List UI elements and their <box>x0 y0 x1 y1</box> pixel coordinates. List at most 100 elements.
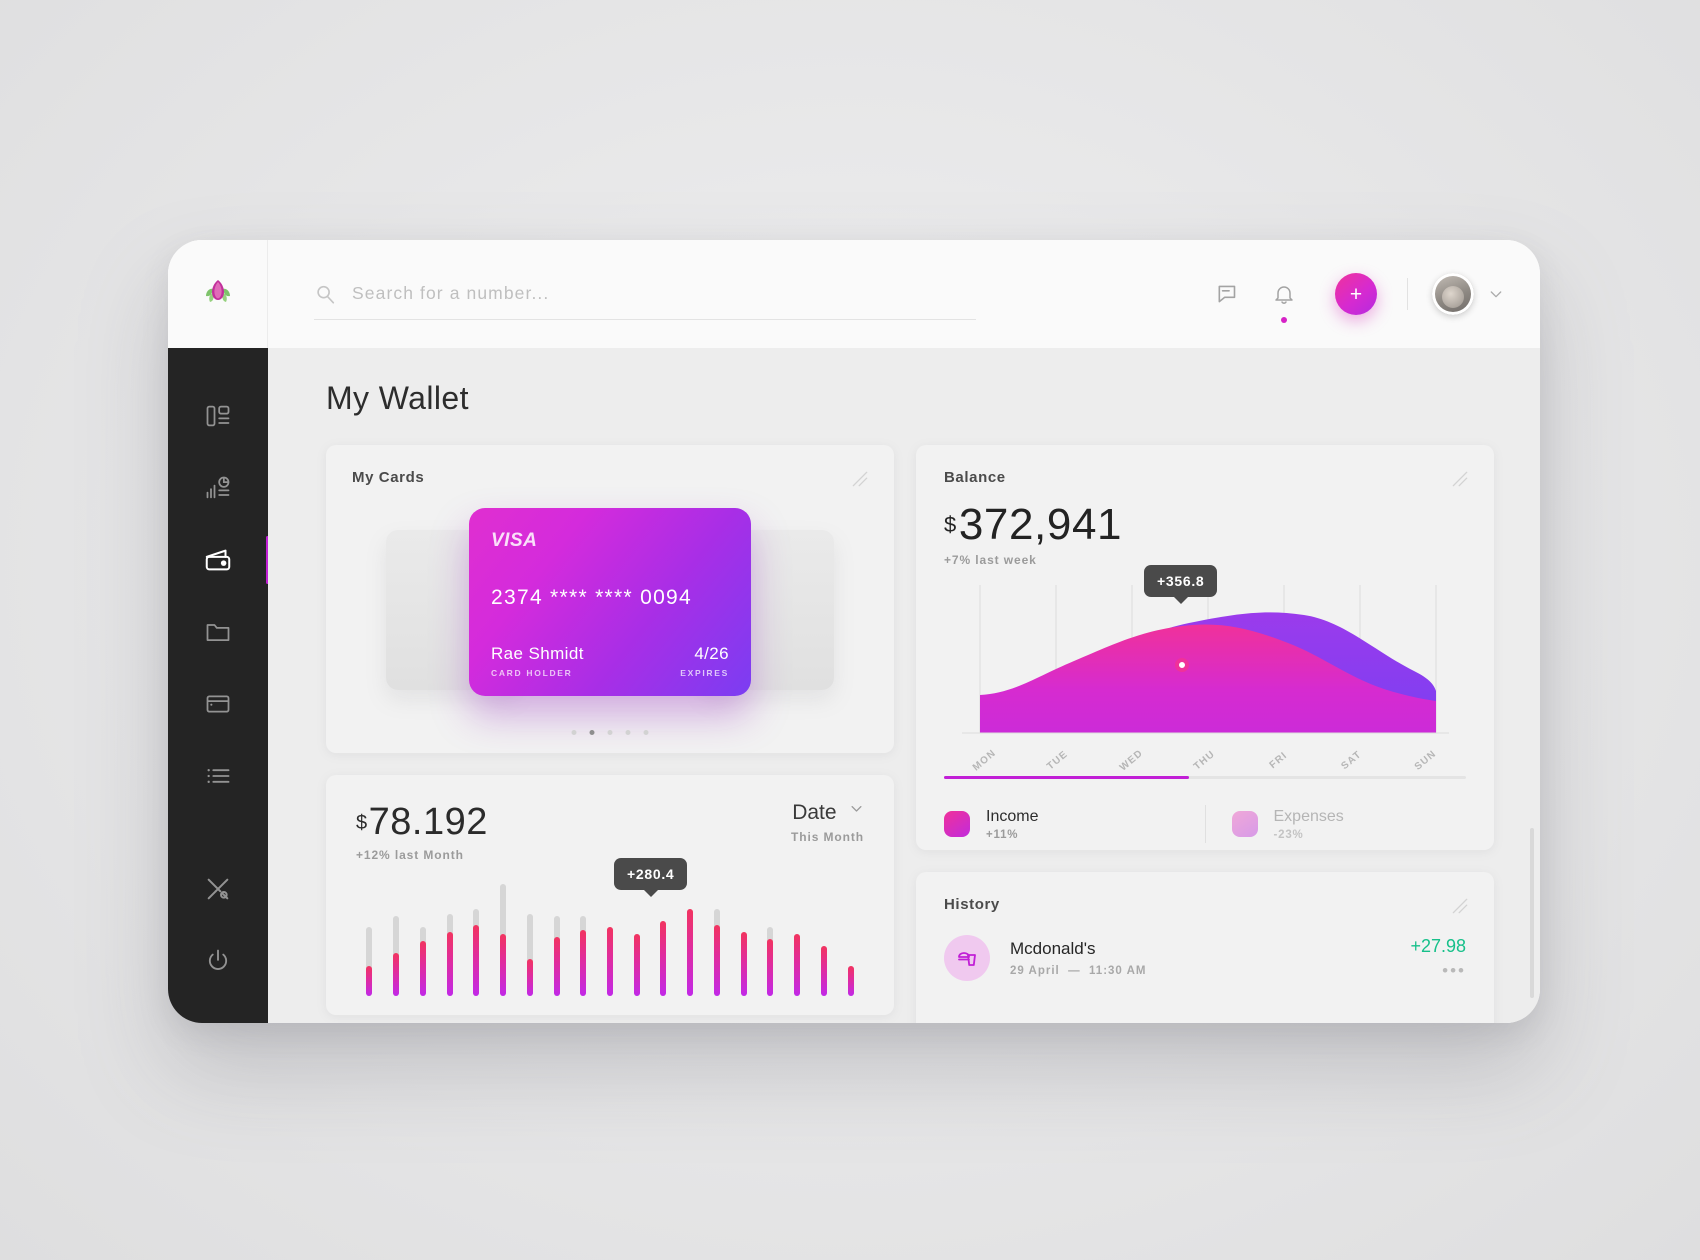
bar-column[interactable] <box>436 876 463 996</box>
legend-label-income: Income <box>986 807 1039 825</box>
carousel-dot[interactable] <box>625 730 631 735</box>
bar-column[interactable] <box>597 876 624 996</box>
bar-column[interactable] <box>837 876 864 996</box>
sidebar-item-power[interactable] <box>168 925 268 997</box>
bar-column[interactable] <box>516 876 543 996</box>
power-icon <box>208 949 228 970</box>
bar-fill <box>713 925 720 996</box>
messages-button[interactable] <box>1205 271 1251 317</box>
bar-column[interactable] <box>704 876 731 996</box>
table-row[interactable]: Mcdonald's 29 April — 11:30 AM +27.98 ••… <box>944 935 1466 981</box>
bar[interactable] <box>740 932 747 996</box>
bar-column[interactable] <box>543 876 570 996</box>
bar[interactable] <box>446 913 453 996</box>
card-holder-name: Rae Shmidt <box>491 644 584 663</box>
chevron-down-icon[interactable] <box>1488 286 1504 302</box>
tools-icon <box>207 878 229 900</box>
card-carousel: VISA 2374 **** **** 0094 Rae Shmidt CARD… <box>352 506 868 716</box>
bar[interactable] <box>580 916 587 996</box>
bar[interactable] <box>526 913 533 996</box>
vertical-scrollbar[interactable] <box>1530 828 1534 998</box>
bar-column[interactable] <box>730 876 757 996</box>
left-column: My Cards VISA 2374 **** **** 0094 Rae Sh… <box>326 445 894 1023</box>
add-button[interactable]: + <box>1335 273 1377 315</box>
stat-currency: $ <box>356 812 368 834</box>
bar-fill <box>794 934 801 996</box>
sidebar-item-list[interactable] <box>168 740 268 812</box>
search-bar[interactable] <box>268 240 1195 348</box>
app-window: + <box>168 240 1540 1023</box>
chart-scrub-track[interactable] <box>944 776 1466 779</box>
card-expiry-value: 4/26 <box>694 644 729 663</box>
search-input[interactable] <box>352 282 992 306</box>
row-more-button[interactable]: ••• <box>1410 961 1466 981</box>
card-expiry-label: EXPIRES <box>680 668 729 678</box>
bar[interactable] <box>847 966 854 996</box>
sidebar-item-analytics[interactable] <box>168 452 268 524</box>
bar-column[interactable] <box>356 876 383 996</box>
legend-item-income[interactable]: Income +11% <box>944 808 1179 841</box>
bar[interactable] <box>820 945 827 996</box>
my-cards-card: My Cards VISA 2374 **** **** 0094 Rae Sh… <box>326 445 894 753</box>
bar[interactable] <box>767 927 774 996</box>
carousel-dot[interactable] <box>571 730 577 735</box>
app-logo[interactable] <box>168 240 268 348</box>
resize-handle-icon[interactable] <box>1450 896 1470 916</box>
sidebar-item-dashboard[interactable] <box>168 380 268 452</box>
bar[interactable] <box>393 916 400 996</box>
merchant-name: Mcdonald's <box>1010 939 1096 958</box>
bar[interactable] <box>500 884 507 996</box>
balance-card: Balance $372,941 +7% last week +356.8 MO… <box>916 445 1494 850</box>
bar[interactable] <box>633 934 640 996</box>
bar[interactable] <box>713 909 720 996</box>
carousel-dot[interactable] <box>607 730 613 735</box>
sidebar-item-tools[interactable] <box>168 853 268 925</box>
date-filter-dropdown[interactable]: Date This Month <box>791 801 864 844</box>
bar-fill <box>606 927 613 996</box>
card-number: 2374 **** **** 0094 <box>491 586 693 609</box>
legend-delta-income: +11% <box>986 828 1019 841</box>
bar-column[interactable] <box>463 876 490 996</box>
sidebar-item-cards[interactable] <box>168 668 268 740</box>
carousel-dot[interactable] <box>643 730 649 735</box>
bar-fill <box>767 938 774 996</box>
bar-column[interactable] <box>570 876 597 996</box>
bar[interactable] <box>553 916 560 996</box>
resize-handle-icon[interactable] <box>1450 469 1470 489</box>
bar[interactable] <box>794 934 801 996</box>
balance-amount: $372,941 <box>944 500 1466 550</box>
carousel-dot-active[interactable] <box>589 730 595 735</box>
bar-column[interactable] <box>757 876 784 996</box>
stat-amount-value: 78.192 <box>368 801 488 843</box>
area-chart: +356.8 <box>944 565 1466 753</box>
legend-swatch-expenses <box>1231 811 1258 837</box>
sidebar-item-wallet[interactable] <box>168 524 269 596</box>
bar-column[interactable] <box>490 876 517 996</box>
sidebar-item-folders[interactable] <box>168 596 268 668</box>
bar[interactable] <box>419 927 426 996</box>
layout-dashboard-icon <box>206 405 230 427</box>
bar[interactable] <box>660 920 667 996</box>
credit-card[interactable]: VISA 2374 **** **** 0094 Rae Shmidt CARD… <box>469 508 751 696</box>
resize-handle-icon[interactable] <box>850 469 870 489</box>
bar[interactable] <box>687 909 694 996</box>
bar-column[interactable] <box>810 876 837 996</box>
bar[interactable] <box>366 927 373 996</box>
bar-column[interactable] <box>409 876 436 996</box>
bar-fill <box>820 945 827 996</box>
avatar[interactable] <box>1432 273 1474 315</box>
bar-column[interactable] <box>784 876 811 996</box>
card-footer: Rae Shmidt CARD HOLDER 4/26 EXPIRES <box>491 644 729 678</box>
bar-column[interactable] <box>383 876 410 996</box>
chevron-down-icon <box>851 806 862 812</box>
chart-x-axis: MON TUE WED THU FRI SAT SUN <box>944 748 1466 774</box>
bar-column[interactable] <box>677 876 704 996</box>
area-chart-active-point[interactable] <box>1175 658 1189 672</box>
content-area: My Wallet My Cards VISA 2374 **** **** 0… <box>268 348 1540 1023</box>
bar-fill <box>446 932 453 996</box>
notifications-button[interactable] <box>1261 271 1307 323</box>
legend-item-expenses[interactable]: Expenses -23% <box>1231 808 1467 841</box>
bar[interactable] <box>473 909 480 996</box>
bar-fill <box>580 929 587 996</box>
bar[interactable] <box>606 927 613 996</box>
